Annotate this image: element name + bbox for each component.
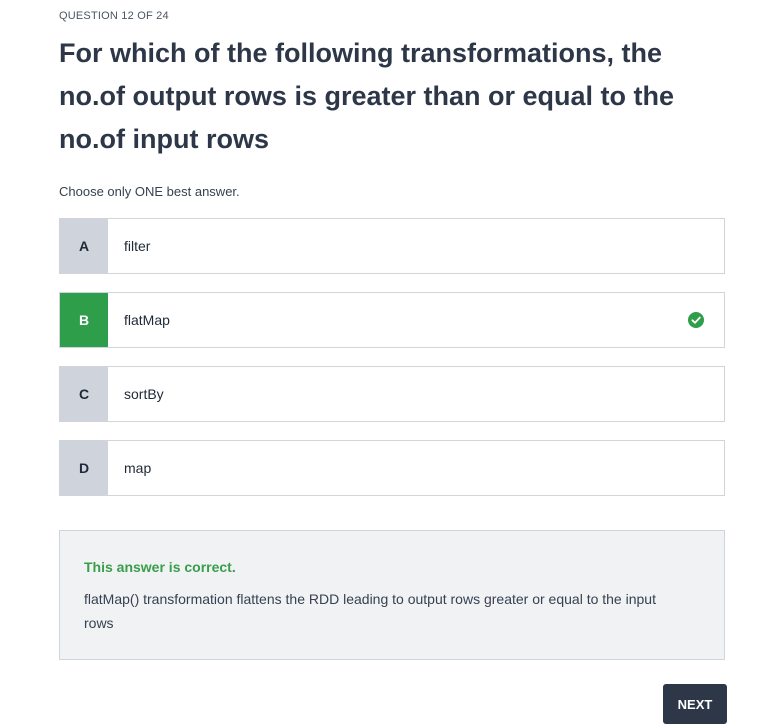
option-b[interactable]: B flatMap	[59, 292, 725, 348]
question-text: For which of the following transformatio…	[59, 38, 675, 154]
option-letter: C	[60, 367, 108, 421]
option-a[interactable]: A filter	[59, 218, 725, 274]
question-counter: QUESTION 12 OF 24	[59, 10, 169, 22]
option-label: flatMap	[124, 312, 170, 328]
answer-instruction: Choose only ONE best answer.	[59, 184, 240, 199]
feedback-title: This answer is correct.	[84, 559, 236, 575]
next-button[interactable]: NEXT	[663, 684, 727, 724]
option-label: map	[124, 460, 152, 476]
feedback-explanation: flatMap() transformation flattens the RD…	[84, 591, 656, 631]
option-d[interactable]: D map	[59, 440, 725, 496]
option-label: sortBy	[124, 386, 164, 402]
option-letter: A	[60, 219, 108, 273]
answer-feedback-panel: This answer is correct. flatMap() transf…	[59, 530, 725, 660]
option-c[interactable]: C sortBy	[59, 366, 725, 422]
option-letter: D	[60, 441, 108, 495]
check-circle-icon	[688, 312, 704, 328]
option-letter: B	[60, 293, 108, 347]
option-label: filter	[124, 238, 151, 254]
